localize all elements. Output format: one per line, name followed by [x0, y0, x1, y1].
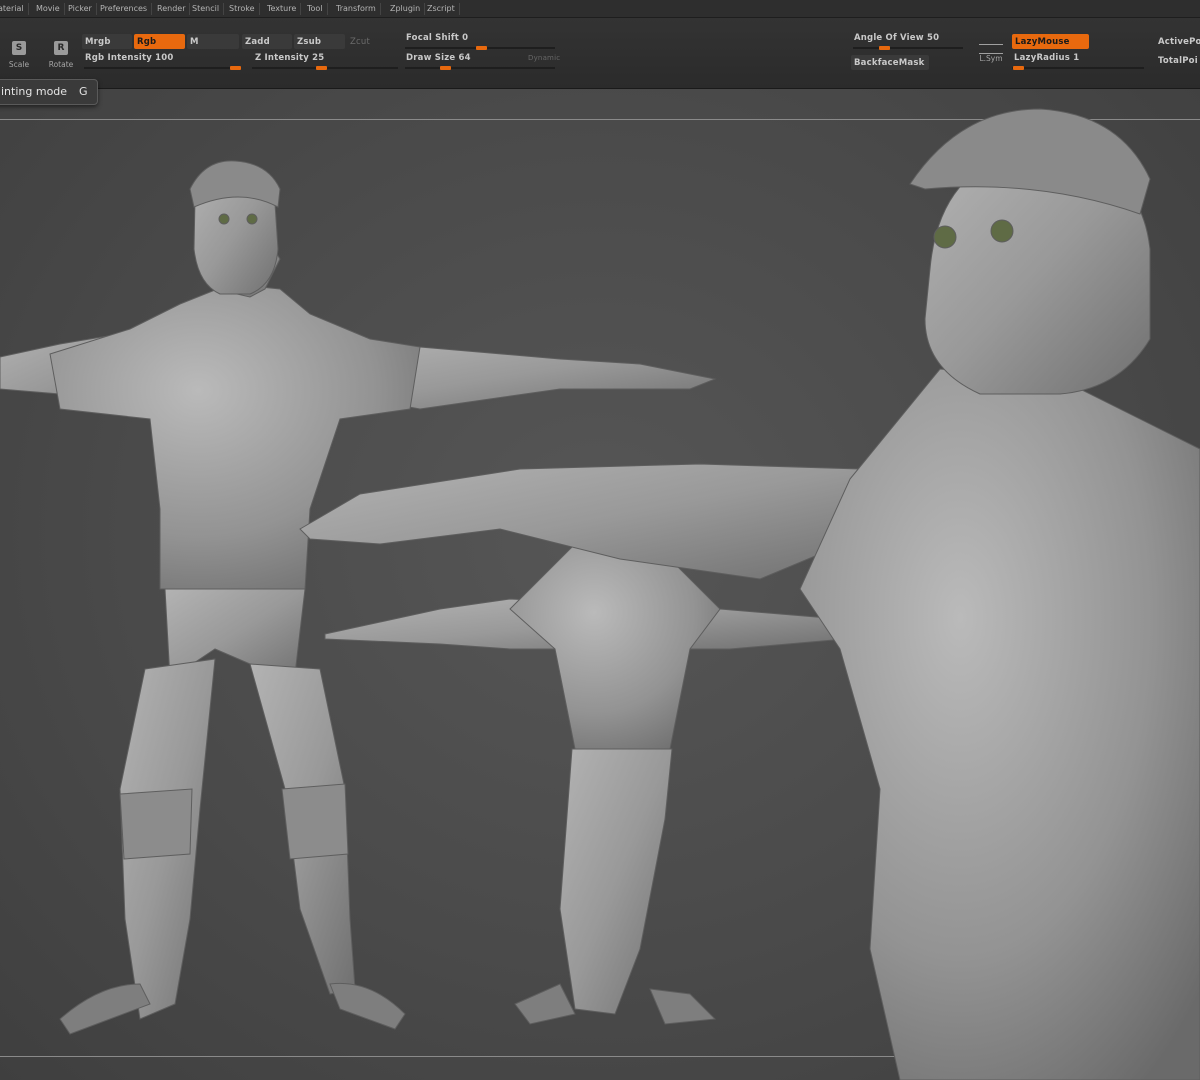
- menu-render[interactable]: Render: [153, 3, 191, 15]
- focal-shift-knob[interactable]: [476, 46, 487, 50]
- total-points-label: TotalPoi: [1158, 56, 1198, 66]
- focal-shift-slider[interactable]: [405, 46, 555, 50]
- z-intensity-knob[interactable]: [316, 66, 327, 70]
- angle-of-view-label: Angle Of View 50: [854, 33, 940, 43]
- lsym-button[interactable]: L.Sym: [973, 40, 1009, 78]
- rgb-intensity-label: Rgb Intensity 100: [85, 53, 174, 63]
- lazy-mouse-label: LazyMouse: [1015, 37, 1070, 47]
- rgb-button[interactable]: Rgb: [134, 34, 185, 49]
- zsub-label: Zsub: [297, 37, 322, 47]
- dynamic-label[interactable]: Dynamic: [528, 54, 560, 62]
- zadd-label: Zadd: [245, 37, 270, 47]
- menu-movie[interactable]: Movie: [32, 3, 65, 15]
- menu-stencil[interactable]: Stencil: [188, 3, 225, 15]
- menu-texture[interactable]: Texture: [263, 3, 302, 15]
- zcut-button[interactable]: Zcut: [347, 34, 397, 49]
- angle-of-view-knob[interactable]: [879, 46, 890, 50]
- draw-size-knob[interactable]: [440, 66, 451, 70]
- lazy-radius-slider[interactable]: [1012, 66, 1144, 70]
- m-button[interactable]: M: [187, 34, 239, 49]
- scale-button[interactable]: S Scale: [2, 38, 36, 76]
- angle-of-view-slider[interactable]: [853, 46, 963, 50]
- menu-transform[interactable]: Transform: [332, 3, 381, 15]
- canvas-viewport[interactable]: inting mode G: [0, 79, 1200, 1080]
- menu-tool[interactable]: Tool: [303, 3, 328, 15]
- menu-picker[interactable]: Picker: [64, 3, 97, 15]
- z-intensity-slider[interactable]: [252, 66, 398, 70]
- tooltip-shortcut-key: G: [79, 85, 88, 98]
- mrgb-button[interactable]: Mrgb: [82, 34, 132, 49]
- scale-label: Scale: [8, 60, 30, 69]
- tooltip-popup: inting mode G: [0, 79, 98, 105]
- menu-preferences[interactable]: Preferences: [96, 3, 153, 15]
- lsym-label: L.Sym: [979, 54, 1003, 63]
- lazy-radius-label: LazyRadius 1: [1014, 53, 1080, 63]
- rgb-label: Rgb: [137, 37, 157, 47]
- rgb-intensity-knob[interactable]: [230, 66, 241, 70]
- mrgb-label: Mrgb: [85, 37, 111, 47]
- active-points-label: ActivePo: [1158, 37, 1200, 47]
- rotate-icon: R: [54, 41, 68, 55]
- zsub-button[interactable]: Zsub: [294, 34, 345, 49]
- rotate-label: Rotate: [48, 60, 74, 69]
- tooltip-text: inting mode: [1, 85, 68, 98]
- rotate-button[interactable]: R Rotate: [44, 38, 78, 76]
- lsym-icon: [979, 44, 1003, 54]
- zadd-button[interactable]: Zadd: [242, 34, 292, 49]
- rgb-intensity-slider[interactable]: [84, 66, 241, 70]
- draw-size-label: Draw Size 64: [406, 53, 471, 63]
- sculpt-models: [0, 108, 1200, 1080]
- m-label: M: [190, 37, 199, 47]
- focal-shift-label: Focal Shift 0: [406, 33, 469, 43]
- menu-zplugin[interactable]: Zplugin: [386, 3, 426, 15]
- z-intensity-label: Z Intensity 25: [255, 53, 325, 63]
- lazy-mouse-button[interactable]: LazyMouse: [1012, 34, 1089, 49]
- menu-zscript[interactable]: Zscript: [423, 3, 460, 15]
- closeup-bust: [299, 108, 1200, 1080]
- draw-size-slider[interactable]: [405, 66, 555, 70]
- menu-stroke[interactable]: Stroke: [225, 3, 260, 15]
- backface-mask-button[interactable]: BackfaceMask: [851, 55, 929, 70]
- lazy-radius-knob[interactable]: [1013, 66, 1024, 70]
- backface-mask-label: BackfaceMask: [854, 58, 925, 68]
- menu-bar: aterial Movie Picker Preferences Render …: [0, 0, 1200, 18]
- menu-material[interactable]: aterial: [0, 3, 29, 15]
- toolbar: S Scale R Rotate Mrgb Rgb M Rgb Intensit…: [0, 18, 1200, 89]
- zcut-label: Zcut: [350, 37, 371, 47]
- scale-icon: S: [12, 41, 26, 55]
